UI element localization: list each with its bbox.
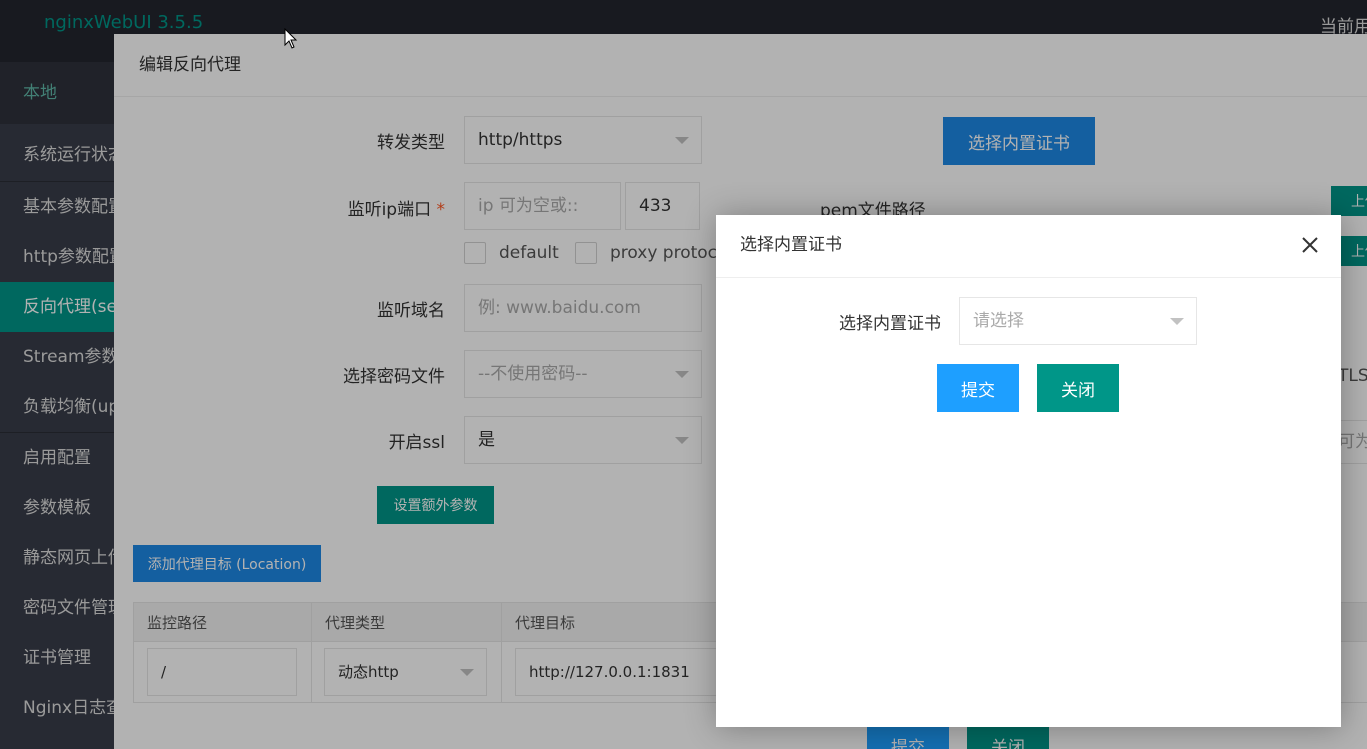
cert-select-placeholder: 请选择 <box>973 311 1024 331</box>
dialog-title: 选择内置证书 <box>716 215 1341 278</box>
chevron-down-icon <box>1170 318 1184 325</box>
close-icon[interactable] <box>1296 231 1324 259</box>
dialog-close-button[interactable]: 关闭 <box>1037 364 1119 412</box>
builtin-cert-dialog: 选择内置证书 选择内置证书 请选择 提交 关闭 <box>716 215 1341 727</box>
dialog-submit-button[interactable]: 提交 <box>937 364 1019 412</box>
mouse-cursor-icon <box>284 28 298 49</box>
cert-select[interactable]: 请选择 <box>959 297 1197 345</box>
cert-select-label: 选择内置证书 <box>839 314 941 334</box>
